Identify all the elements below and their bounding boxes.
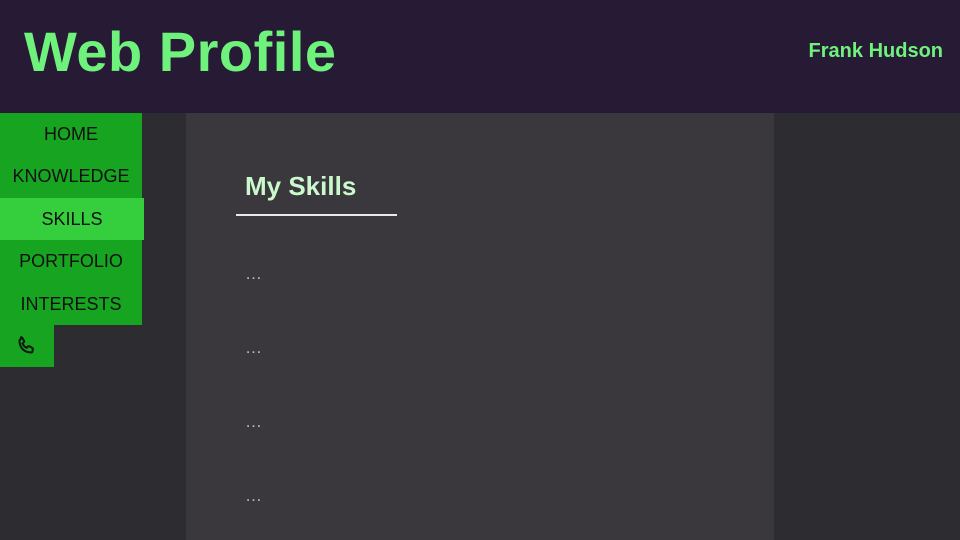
nav-item-knowledge[interactable]: KNOWLEDGE bbox=[0, 155, 142, 198]
user-name[interactable]: Frank Hudson bbox=[809, 38, 943, 64]
phone-icon bbox=[18, 336, 34, 354]
nav-item-home[interactable]: HOME bbox=[0, 113, 142, 156]
main-content: My Skills … … … … bbox=[186, 113, 774, 540]
site-title: Web Profile bbox=[24, 20, 337, 83]
contact-phone-button[interactable] bbox=[0, 325, 54, 367]
nav-item-skills[interactable]: SKILLS bbox=[0, 197, 144, 241]
nav-item-interests[interactable]: INTERESTS bbox=[0, 282, 142, 325]
page-header: Web Profile Frank Hudson bbox=[0, 0, 960, 113]
title-underline bbox=[236, 214, 397, 216]
section-title: My Skills bbox=[245, 171, 357, 201]
skill-item: … bbox=[245, 338, 263, 357]
sidebar-nav: HOME KNOWLEDGE SKILLS PORTFOLIO INTEREST… bbox=[0, 113, 144, 325]
skill-item: … bbox=[245, 264, 263, 283]
skill-item: … bbox=[245, 412, 263, 431]
skill-item: … bbox=[245, 486, 263, 505]
right-gutter bbox=[774, 113, 960, 540]
nav-item-portfolio[interactable]: PORTFOLIO bbox=[0, 240, 142, 283]
